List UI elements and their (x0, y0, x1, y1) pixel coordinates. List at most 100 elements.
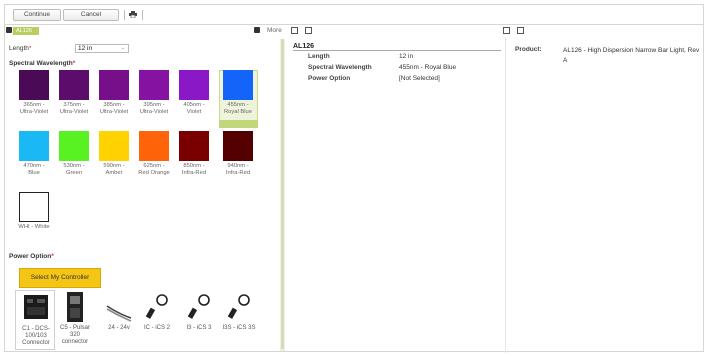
swatch-caption: 940nm - Infra-Red (217, 163, 259, 177)
swatch-caption-line1: 385nm - (103, 102, 125, 108)
power-option[interactable]: IC - iCS 2 (137, 290, 177, 350)
calendar-icon[interactable] (503, 27, 510, 34)
power-option-caption: C5 - Pulsar 320 connector (53, 325, 97, 346)
wavelength-swatch[interactable]: 940nm - Infra-Red (223, 131, 253, 187)
power-option-label: Power Option* (9, 253, 54, 260)
wavelength-swatch[interactable]: 590nm - Amber (99, 131, 129, 187)
swatch-caption-line2: Ultra-Violet (99, 109, 129, 115)
swatch-caption-line1: 530nm - (63, 163, 85, 169)
swatch-caption-line2: Green (65, 170, 83, 176)
wavelength-swatch[interactable]: 530nm - Green (59, 131, 89, 187)
swatch-caption-line1: 940nm - (227, 163, 249, 169)
wavelength-swatch[interactable]: WHI - White (18, 192, 50, 248)
product-value: AL126 - High Dispersion Narrow Bar Light… (563, 47, 700, 64)
swatch-caption-line2: Blue (28, 170, 40, 176)
more-icon[interactable] (254, 27, 260, 33)
wavelength-swatch[interactable]: 470nm - Blue (19, 131, 49, 187)
swatch-caption-line2: Red Orange (138, 170, 170, 176)
swatch-color (99, 131, 129, 161)
swatch-caption-line1: 470nm - (23, 163, 45, 169)
swatch-caption-line1: 365nm - (23, 102, 45, 108)
external-link-icon[interactable] (517, 27, 524, 34)
swatch-caption-line1: 590nm - (103, 163, 125, 169)
power-option-caption: I3 - iCS 3 (177, 325, 221, 332)
swatch-caption-line1: 850nm - (183, 163, 205, 169)
ics2-cable-icon (143, 292, 171, 322)
summary-row-value: [Not Selected] (399, 75, 440, 82)
power-option-caption-line1: IC - iCS 2 (143, 325, 170, 331)
power-option-caption-line3: Connector (22, 340, 50, 346)
wavelength-swatch[interactable]: 850nm - Infra-Red (179, 131, 209, 187)
swatch-caption: 375nm - Ultra-Violet (53, 102, 95, 116)
cable-icon (105, 292, 133, 322)
power-option-caption: IC - iCS 2 (135, 325, 179, 332)
swatch-color (139, 70, 169, 100)
printer-icon[interactable] (129, 11, 137, 18)
continue-button[interactable]: Continue (13, 9, 61, 21)
ics3-cable-icon (185, 292, 213, 322)
power-option[interactable]: I3 - iCS 3 (179, 290, 219, 350)
wavelength-swatch[interactable]: 375nm - Ultra-Violet (59, 70, 89, 126)
swatch-caption: 530nm - Green (53, 163, 95, 177)
options-header: AL126 More (5, 25, 285, 37)
pulsar-connector-icon (61, 292, 89, 322)
swatch-caption-line2: Royal Blue (223, 109, 253, 115)
swatch-color (19, 70, 49, 100)
configurator-panel: AL126 More Length* 12 in ⌄ Spectral Wave… (4, 24, 704, 353)
swatch-caption: 625nm - Red Orange (133, 163, 175, 177)
wavelength-swatch[interactable]: 625nm - Red Orange (138, 131, 170, 187)
swatch-caption-line1: 375nm - (63, 102, 85, 108)
summary-row-label: Spectral Wavelength (308, 64, 372, 71)
swatch-caption-line1: 405nm - (183, 102, 205, 108)
select-controller-button[interactable]: Select My Controller (19, 268, 101, 288)
power-option-caption: C1 - DCS- 100/103 Connector (14, 326, 58, 347)
more-link[interactable]: More (267, 27, 282, 34)
swatch-caption: 850nm - Infra-Red (173, 163, 215, 177)
wavelength-swatch[interactable]: 405nm - Violet (179, 70, 209, 126)
wavelength-swatch[interactable]: 395nm - Ultra-Violet (139, 70, 169, 126)
summary-row-label: Length (308, 53, 330, 60)
swatch-caption-line2: Amber (105, 170, 123, 176)
wavelength-swatch[interactable]: 385nm - Ultra-Violet (99, 70, 129, 126)
power-option-caption-line1: C5 - Pulsar (59, 325, 90, 331)
swatch-caption-line1: WHI - White (18, 224, 50, 230)
length-select[interactable]: 12 in ⌄ (75, 44, 129, 53)
swatch-caption: 395nm - Ultra-Violet (133, 102, 175, 116)
swatch-caption: 385nm - Ultra-Violet (93, 102, 135, 116)
summary-header (287, 25, 497, 37)
cancel-button[interactable]: Cancel (63, 9, 119, 21)
swatch-caption: 365nm - Ultra-Violet (13, 102, 55, 116)
swatch-caption-line1: 455nm - (227, 102, 249, 108)
external-link-icon[interactable] (305, 27, 312, 34)
scrollbar-thumb[interactable] (281, 39, 284, 349)
swatch-caption: 455nm - Royal Blue (217, 102, 259, 116)
wavelength-swatch[interactable]: 455nm - Royal Blue (223, 70, 253, 126)
swatch-caption-line2: Infra-Red (181, 170, 207, 176)
swatch-caption: 470nm - Blue (13, 163, 55, 177)
ics3s-cable-icon (225, 292, 253, 322)
swatch-caption-line1: 625nm - (143, 163, 165, 169)
power-option[interactable]: 24 - 24v (99, 290, 139, 350)
swatch-color (179, 70, 209, 100)
summary-row-value: 455nm - Royal Blue (399, 64, 457, 71)
product-label: Product: (515, 46, 542, 53)
power-option[interactable]: C1 - DCS- 100/103 Connector (15, 290, 55, 350)
swatch-color (223, 70, 253, 100)
power-option[interactable]: C5 - Pulsar 320 connector (55, 290, 95, 350)
collapse-icon[interactable] (6, 27, 12, 33)
power-option-caption-line3: connector (61, 339, 89, 345)
summary-divider (293, 50, 501, 51)
swatch-caption-line2: Ultra-Violet (59, 109, 89, 115)
swatch-color (19, 131, 49, 161)
power-option[interactable]: I3S - iCS 3S (219, 290, 259, 350)
dcs-connector-icon (22, 293, 50, 323)
grid-icon[interactable] (291, 27, 298, 34)
spectral-wavelength-label: Spectral Wavelength* (9, 60, 76, 67)
toolbar-separator (124, 10, 125, 20)
wavelength-swatch[interactable]: 365nm - Ultra-Violet (19, 70, 49, 126)
toolbar-separator (142, 10, 143, 20)
swatch-caption-line2: Infra-Red (225, 170, 251, 176)
product-badge: AL126 (13, 27, 39, 35)
power-option-caption: I3S - iCS 3S (217, 325, 261, 332)
panel-divider (505, 37, 506, 353)
